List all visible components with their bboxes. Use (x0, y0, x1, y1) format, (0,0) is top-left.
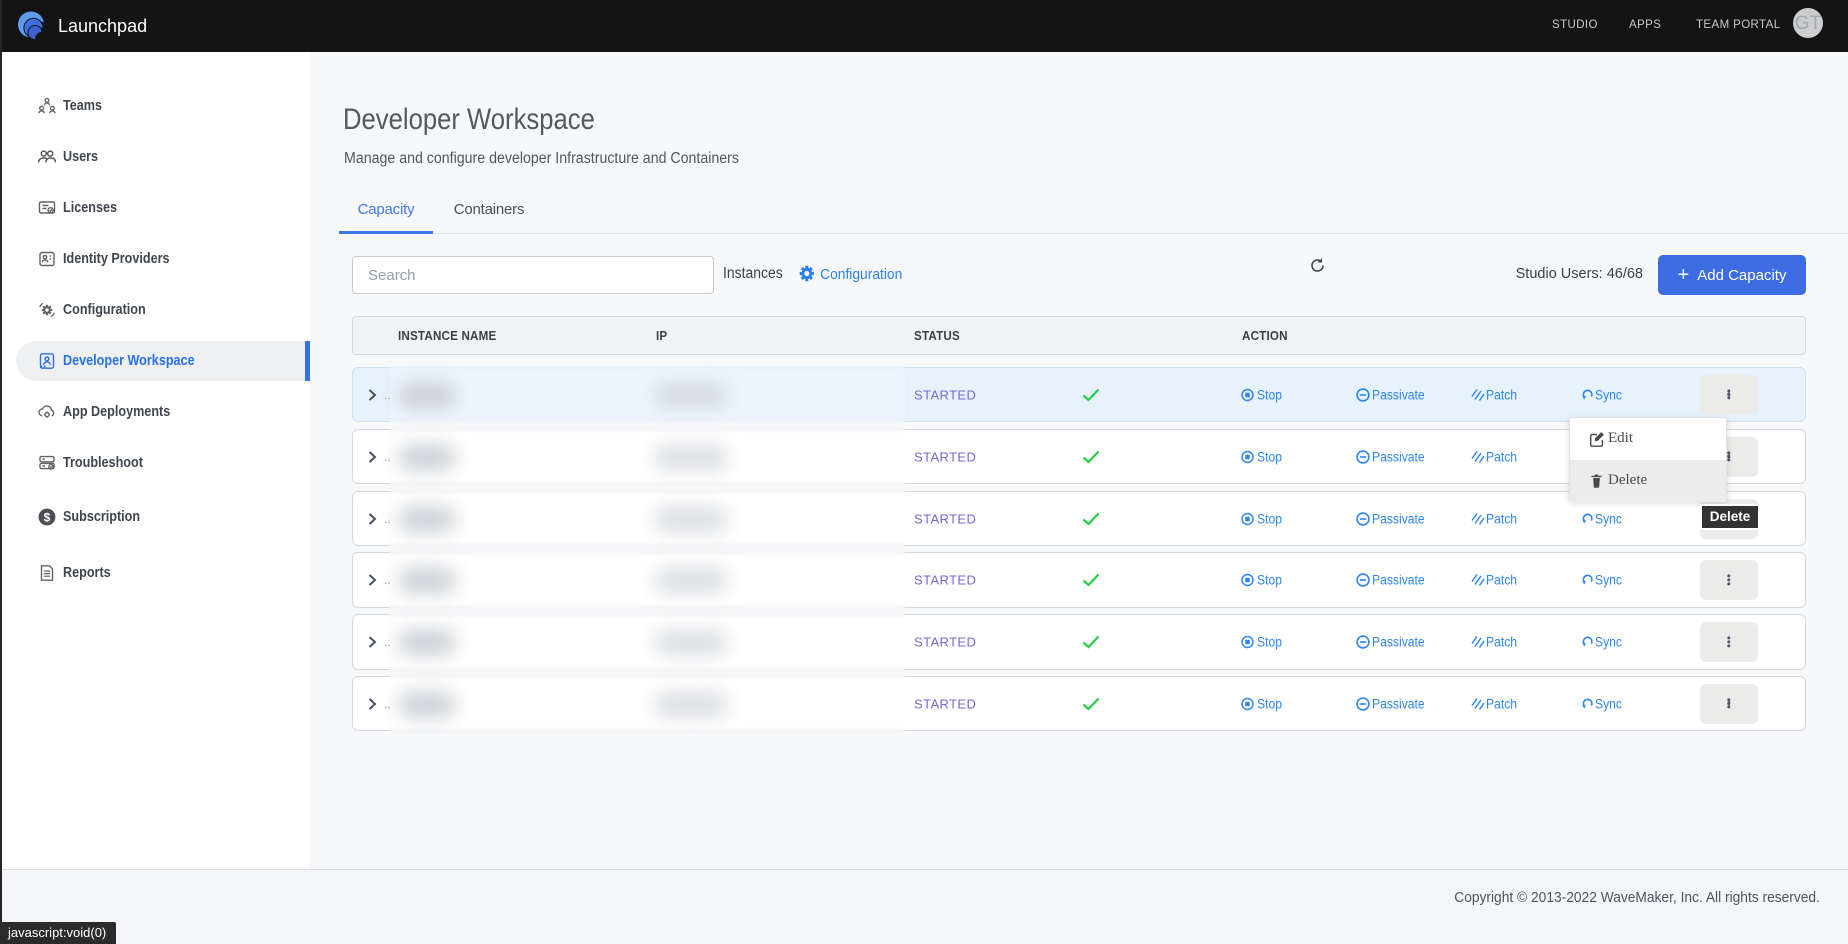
svg-text:$: $ (44, 510, 51, 524)
